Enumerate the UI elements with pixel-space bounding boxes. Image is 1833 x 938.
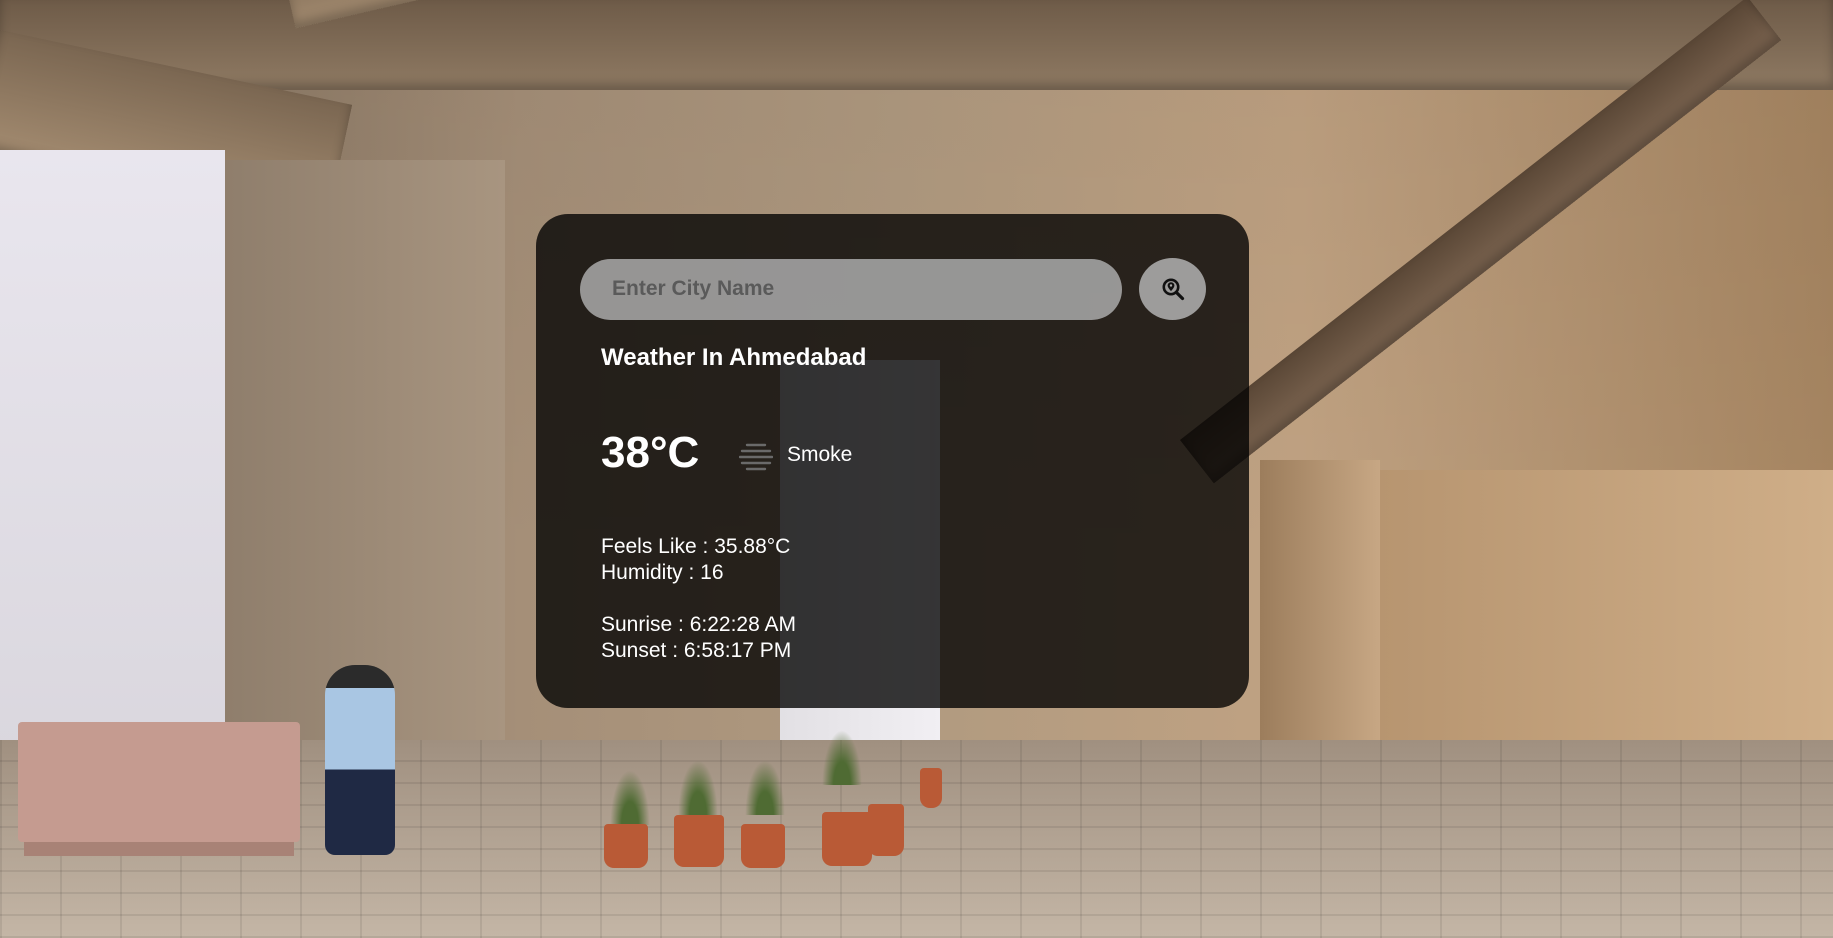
search-bar xyxy=(580,258,1206,320)
sunrise: Sunrise : 6:22:28 AM xyxy=(601,613,796,636)
plant xyxy=(678,760,718,815)
weather-card: Weather In Ahmedabad 38°C Smoke Feels Li… xyxy=(536,214,1249,708)
plant-pot xyxy=(868,804,904,856)
sunset: Sunset : 6:58:17 PM xyxy=(601,639,792,662)
weather-details: Feels Like : 35.88°C Humidity : 16 Sunri… xyxy=(601,534,796,664)
seated-person xyxy=(325,665,395,855)
plant-pot xyxy=(674,815,724,867)
plant xyxy=(822,730,862,785)
plant-pot xyxy=(741,824,785,868)
feels-like: Feels Like : 35.88°C xyxy=(601,535,791,558)
humidity: Humidity : 16 xyxy=(601,561,724,584)
weather-condition: Smoke xyxy=(787,443,853,466)
plant xyxy=(610,770,650,825)
plant-pot xyxy=(920,768,942,808)
plant-pot xyxy=(604,824,648,868)
bench xyxy=(18,722,300,842)
plant-pot xyxy=(822,812,872,866)
ceiling xyxy=(0,0,1833,90)
weather-title: Weather In Ahmedabad xyxy=(601,344,867,371)
plant xyxy=(745,760,785,815)
search-button[interactable] xyxy=(1139,258,1206,320)
temperature: 38°C xyxy=(601,428,700,477)
smoke-haze-icon xyxy=(739,443,773,471)
city-search-input[interactable] xyxy=(580,258,1122,320)
map-pin-search-icon xyxy=(1162,278,1184,301)
